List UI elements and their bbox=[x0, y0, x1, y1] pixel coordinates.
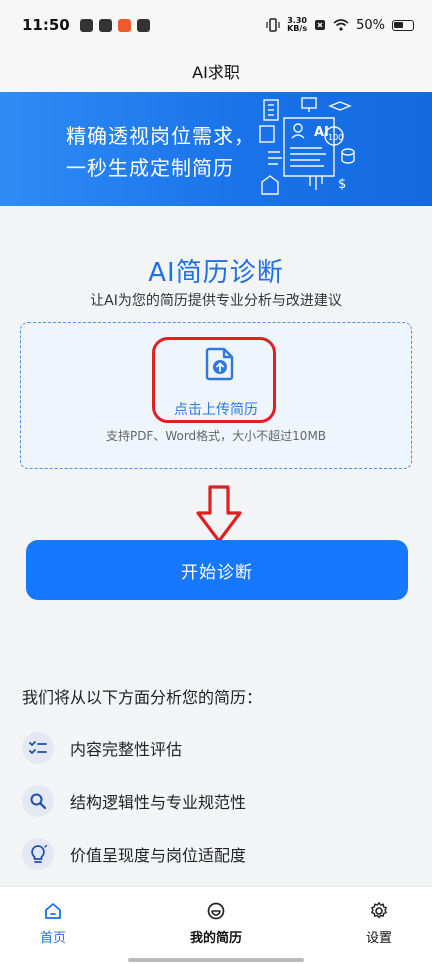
promo-banner[interactable]: 精确透视岗位需求， 一秒生成定制简历 AI 100 $ bbox=[0, 92, 432, 206]
status-time: 11:50 bbox=[22, 16, 70, 34]
banner-text: 精确透视岗位需求， 一秒生成定制简历 bbox=[66, 120, 255, 184]
resume-illustration-icon: AI 100 $ bbox=[259, 97, 355, 195]
start-diagnosis-button[interactable]: 开始诊断 bbox=[26, 540, 408, 600]
aspect-label: 价值呈现度与岗位适配度 bbox=[70, 846, 247, 865]
checklist-icon bbox=[29, 741, 47, 754]
nav-label-settings[interactable]: 设置 bbox=[339, 927, 419, 946]
banner-ai-badge: AI bbox=[314, 125, 329, 140]
annotation-highlight-box bbox=[152, 337, 276, 423]
upload-hint: 支持PDF、Word格式，大小不超过10MB bbox=[105, 429, 327, 443]
banner-line-1: 精确透视岗位需求， bbox=[66, 124, 255, 148]
annotation-arrow-down-icon bbox=[196, 485, 242, 543]
status-bar: 11:50 3.30 KB/s 50% bbox=[0, 0, 432, 50]
diagnosis-subtitle: 让AI为您的简历提供专业分析与改进建议 bbox=[90, 293, 342, 309]
search-icon bbox=[30, 793, 47, 810]
battery-level: 50% bbox=[356, 17, 385, 33]
net-speed-unit: KB/s bbox=[287, 24, 308, 33]
resume-icon[interactable] bbox=[206, 901, 226, 921]
net-speed: 3.30 KB/s bbox=[287, 17, 307, 33]
notification-icon bbox=[136, 18, 150, 32]
aspect-icon-wrap bbox=[22, 838, 54, 870]
nav-item-settings[interactable]: 设置 bbox=[339, 901, 419, 946]
notification-icon bbox=[117, 18, 131, 32]
aspects-title: 我们将从以下方面分析您的简历： bbox=[22, 688, 263, 707]
diagnosis-title: AI简历诊断 bbox=[148, 258, 284, 288]
aspect-item: 内容完整性评估 bbox=[22, 730, 182, 766]
lightbulb-icon bbox=[31, 844, 48, 863]
banner-line-2: 一秒生成定制简历 bbox=[66, 156, 234, 180]
nav-label-my-resume[interactable]: 我的简历 bbox=[176, 927, 256, 946]
home-icon[interactable] bbox=[43, 901, 63, 921]
wifi-icon bbox=[333, 19, 349, 31]
banner-score-badge: 100 bbox=[328, 133, 343, 142]
aspect-icon-wrap bbox=[22, 785, 54, 817]
dollar-icon: $ bbox=[338, 177, 346, 192]
notification-icon bbox=[79, 18, 93, 32]
aspect-label: 内容完整性评估 bbox=[70, 740, 183, 759]
aspect-item: 价值呈现度与岗位适配度 bbox=[22, 836, 246, 872]
nav-item-home[interactable]: 首页 bbox=[13, 901, 93, 946]
nav-label-home[interactable]: 首页 bbox=[13, 927, 93, 946]
bottom-nav: 首页 我的简历 设置 bbox=[0, 886, 432, 964]
aspect-item: 结构逻辑性与专业规范性 bbox=[22, 783, 246, 819]
notification-icon bbox=[98, 18, 112, 32]
vibrate-icon bbox=[266, 18, 280, 32]
aspect-icon-wrap bbox=[22, 732, 54, 764]
battery-icon bbox=[392, 19, 414, 31]
nav-item-my-resume[interactable]: 我的简历 bbox=[176, 901, 256, 946]
aspect-label: 结构逻辑性与专业规范性 bbox=[70, 793, 247, 812]
home-indicator[interactable] bbox=[128, 958, 304, 962]
gear-icon[interactable] bbox=[369, 901, 389, 921]
page-title: AI求职 bbox=[192, 63, 240, 82]
sim-icon bbox=[315, 20, 326, 30]
app-header: AI求职 bbox=[0, 50, 432, 92]
